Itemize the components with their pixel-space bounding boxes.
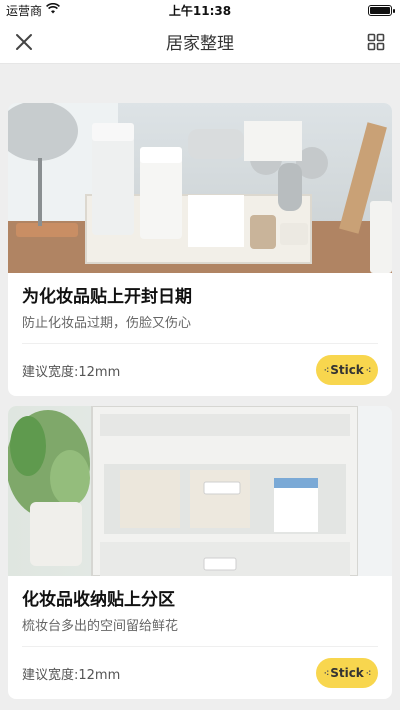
grid-view-button[interactable]	[364, 30, 388, 54]
sparkle-icon: ⁖	[365, 668, 372, 678]
drawer-storage-photo	[8, 406, 392, 576]
stick-button-label: Stick	[330, 666, 364, 680]
status-left: 运营商	[6, 2, 60, 19]
sparkle-icon: ⁖	[323, 365, 330, 375]
card-subtitle: 防止化妆品过期，伤脸又伤心	[22, 316, 192, 331]
sparkle-icon: ⁖	[365, 365, 372, 375]
sticker-card[interactable]: 为化妆品贴上开封日期 防止化妆品过期，伤脸又伤心 建议宽度:12mm ⁖ Sti…	[8, 103, 392, 396]
page-title: 居家整理	[166, 34, 234, 54]
cosmetics-organizer-photo	[8, 103, 392, 273]
card-subtitle: 梳妆台多出的空间留给鲜花	[22, 619, 179, 634]
grid-icon	[367, 33, 385, 51]
sparkle-icon: ⁖	[323, 668, 330, 678]
suggested-width: 建议宽度:12mm	[22, 667, 121, 683]
close-icon	[16, 34, 32, 50]
card-body: 化妆品收纳贴上分区 梳妆台多出的空间留给鲜花 建议宽度:12mm ⁖ Stick…	[8, 576, 392, 699]
card-title: 化妆品收纳贴上分区	[22, 590, 175, 610]
stick-button[interactable]: ⁖ Stick ⁖	[316, 658, 378, 688]
nav-bar: 居家整理	[0, 20, 400, 64]
card-title: 为化妆品贴上开封日期	[22, 287, 192, 307]
carrier-label: 运营商	[6, 3, 43, 18]
battery-icon	[368, 4, 395, 16]
stick-button-label: Stick	[330, 363, 364, 377]
stick-button[interactable]: ⁖ Stick ⁖	[316, 355, 378, 385]
card-body: 为化妆品贴上开封日期 防止化妆品过期，伤脸又伤心 建议宽度:12mm ⁖ Sti…	[8, 273, 392, 396]
card-footer: 建议宽度:12mm ⁖ Stick ⁖	[22, 647, 378, 699]
suggested-width: 建议宽度:12mm	[22, 364, 121, 380]
close-button[interactable]	[12, 30, 36, 54]
wifi-icon	[46, 2, 60, 17]
status-bar: 运营商 上午11:38	[0, 0, 400, 20]
sticker-card[interactable]: 化妆品收纳贴上分区 梳妆台多出的空间留给鲜花 建议宽度:12mm ⁖ Stick…	[8, 406, 392, 699]
card-footer: 建议宽度:12mm ⁖ Stick ⁖	[22, 344, 378, 396]
